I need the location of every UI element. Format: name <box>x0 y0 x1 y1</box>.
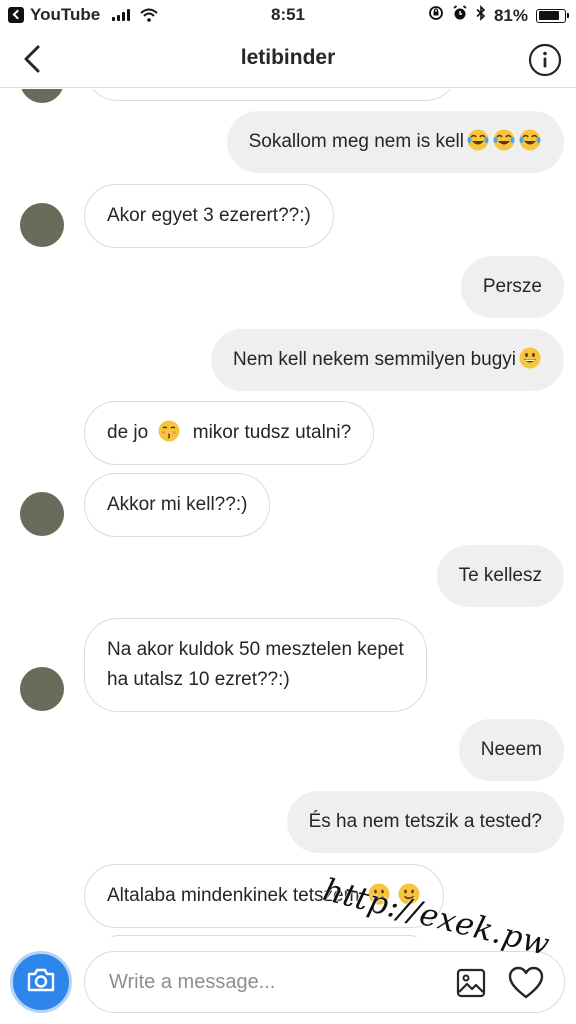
message-text: de jo <box>107 422 154 443</box>
heart-icon[interactable] <box>508 966 544 1000</box>
message-text: Persze <box>482 276 542 297</box>
message-text-line: Na akor kuldok 50 mesztelen kepet <box>107 639 404 660</box>
battery-icon <box>536 8 569 23</box>
conversation-title[interactable]: letibinder <box>0 46 576 70</box>
sender-avatar[interactable] <box>20 89 64 103</box>
message-text: Akor egyet 3 ezerert??:) <box>107 205 311 226</box>
message-bubble-incoming[interactable]: Akor egyet 3 ezerert??:) <box>84 184 334 248</box>
message-text: Akkor mi kell??:) <box>107 494 248 515</box>
message-bubble-outgoing[interactable]: És ha nem tetszik a tested? <box>286 791 564 853</box>
info-icon[interactable] <box>528 43 562 77</box>
status-bar: YouTube 8:51 81% <box>0 0 576 30</box>
message-bubble-partial <box>84 89 459 101</box>
kissing-emoji <box>157 419 181 443</box>
message-text-line: ha utalsz 10 ezret??:) <box>107 669 290 690</box>
message-composer <box>0 937 576 1024</box>
message-text: Te kellesz <box>458 565 542 586</box>
tears-of-joy-emoji <box>466 128 490 152</box>
tears-of-joy-emoji <box>492 128 516 152</box>
sender-avatar[interactable] <box>20 667 64 711</box>
bluetooth-icon <box>476 5 486 26</box>
camera-button[interactable] <box>10 951 72 1013</box>
message-bubble-incoming[interactable]: Na akor kuldok 50 mesztelen kepet ha uta… <box>84 618 427 712</box>
message-bubble-outgoing[interactable]: Persze <box>460 256 564 318</box>
battery-percent: 81% <box>493 5 528 25</box>
image-gallery-icon[interactable] <box>456 968 486 998</box>
message-bubble-incoming[interactable]: Akkor mi kell??:) <box>84 473 271 537</box>
conversation-header: letibinder <box>0 30 576 88</box>
sender-avatar[interactable] <box>20 203 64 247</box>
message-text: Sokallom meg nem is kell <box>248 131 464 152</box>
message-bubble-outgoing[interactable]: Sokallom meg nem is kell <box>226 111 564 173</box>
message-bubble-incoming[interactable]: de jo mikor tudsz utalni? <box>84 401 375 465</box>
message-text: Neeem <box>480 739 542 760</box>
message-input[interactable] <box>109 967 429 997</box>
tears-of-joy-emoji <box>518 128 542 152</box>
message-thread[interactable]: Sokallom meg nem is kell Akor egyet 3 ez… <box>0 89 576 937</box>
message-bubble-outgoing[interactable]: Nem kell nekem semmilyen bugyi <box>211 329 564 391</box>
grinning-emoji <box>518 346 542 370</box>
message-bubble-outgoing[interactable]: Te kellesz <box>436 545 564 607</box>
camera-icon <box>26 967 56 998</box>
message-text: mikor tudsz utalni? <box>187 422 352 443</box>
alarm-icon <box>452 5 468 26</box>
message-input-container[interactable] <box>84 951 565 1013</box>
rotation-lock-icon <box>428 5 444 26</box>
sender-avatar[interactable] <box>20 492 64 536</box>
message-bubble-outgoing[interactable]: Neeem <box>458 719 564 781</box>
message-text: És ha nem tetszik a tested? <box>308 811 542 832</box>
message-text: Nem kell nekem semmilyen bugyi <box>233 349 516 370</box>
